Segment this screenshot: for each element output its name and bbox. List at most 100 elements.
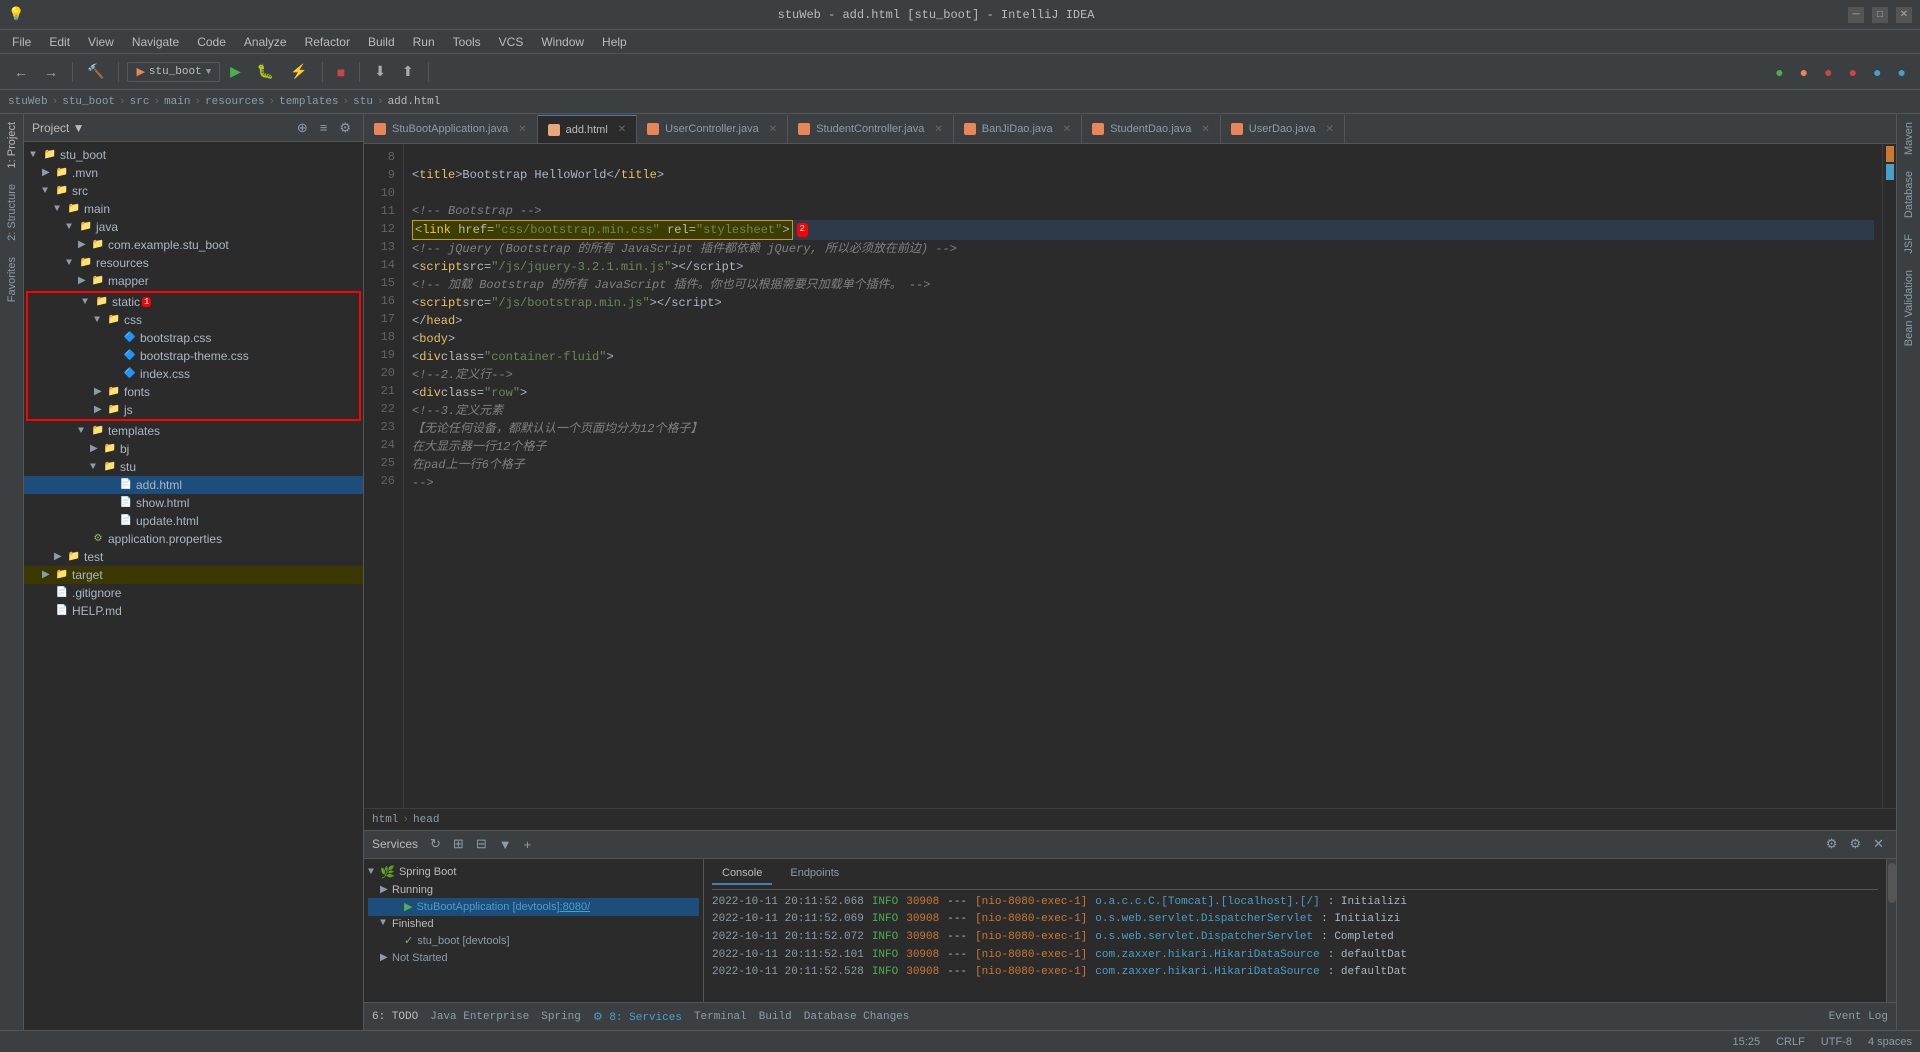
tree-test[interactable]: ▶ 📁 test [24, 548, 363, 566]
menu-analyze[interactable]: Analyze [236, 33, 295, 51]
service-not-started[interactable]: ▶ Not Started [368, 950, 699, 966]
panel-collapse-button[interactable]: ≡ [316, 118, 332, 138]
tree-js[interactable]: ▶ 📁 js [28, 401, 359, 419]
tree-css[interactable]: ▼ 📁 css [28, 311, 359, 329]
code-editor[interactable]: <title>Bootstrap HelloWorld</title> <!--… [404, 144, 1882, 808]
panel-settings-button[interactable]: ⚙ [335, 118, 355, 138]
menu-run[interactable]: Run [405, 33, 443, 51]
tab-student-controller[interactable]: StudentController.java ✕ [788, 115, 954, 143]
tab-close-icon[interactable]: ✕ [518, 124, 526, 135]
tree-mapper[interactable]: ▶ 📁 mapper [24, 272, 363, 290]
tab-stuboot-app[interactable]: StuBootApplication.java ✕ [364, 115, 538, 143]
database-tab[interactable]: Database [1901, 163, 1917, 226]
services-settings-button[interactable]: ⚙ [1822, 834, 1842, 854]
tab-close-icon[interactable]: ✕ [1063, 124, 1071, 135]
tree-show-html[interactable]: 📄 show.html [24, 494, 363, 512]
bc-stuboot[interactable]: stu_boot [62, 96, 115, 108]
tree-bootstrap-css[interactable]: 🔷 bootstrap.css [28, 329, 359, 347]
tab-close-icon[interactable]: ✕ [618, 124, 626, 135]
bc-src[interactable]: src [130, 96, 150, 108]
debug-button[interactable]: 🐛 [251, 59, 280, 84]
tree-src[interactable]: ▼ 📁 src [24, 182, 363, 200]
services-more-button[interactable]: + [520, 834, 536, 854]
tree-templates[interactable]: ▼ 📁 templates [24, 422, 363, 440]
status-encoding[interactable]: UTF-8 [1821, 1036, 1852, 1048]
tab-user-controller[interactable]: UserController.java ✕ [637, 115, 788, 143]
tree-mvn[interactable]: ▶ 📁 .mvn [24, 164, 363, 182]
service-finished-instance[interactable]: ✓ stu_boot [devtools] [368, 932, 699, 950]
tab-close-icon[interactable]: ✕ [769, 124, 777, 135]
jsf-tab[interactable]: JSF [1901, 226, 1917, 262]
structure-tab[interactable]: 2: Structure [4, 176, 20, 249]
tree-gitignore[interactable]: 📄 .gitignore [24, 584, 363, 602]
run-button[interactable]: ▶ [224, 59, 247, 84]
menu-vcs[interactable]: VCS [491, 33, 532, 51]
status-spaces[interactable]: 4 spaces [1868, 1036, 1912, 1048]
services-refresh-button[interactable]: ↻ [426, 834, 445, 854]
editor-content[interactable]: 8 9 10 11 12 13 14 15 16 17 18 19 20 21 … [364, 144, 1896, 808]
run-with-coverage-button[interactable]: ⚡ [284, 59, 313, 84]
menu-window[interactable]: Window [533, 33, 592, 51]
browser-opera-button[interactable]: ● [1843, 60, 1863, 84]
menu-help[interactable]: Help [594, 33, 635, 51]
terminal-btn[interactable]: Terminal [694, 1011, 747, 1023]
panel-locate-button[interactable]: ⊕ [293, 118, 312, 138]
tree-help-md[interactable]: 📄 HELP.md [24, 602, 363, 620]
services-collapse-button[interactable]: ⊟ [472, 834, 491, 854]
tree-com-example[interactable]: ▶ 📁 com.example.stu_boot [24, 236, 363, 254]
menu-file[interactable]: File [4, 33, 39, 51]
menu-build[interactable]: Build [360, 33, 403, 51]
tree-bootstrap-theme-css[interactable]: 🔷 bootstrap-theme.css [28, 347, 359, 365]
editor-bc-html[interactable]: html [372, 814, 398, 826]
bc-main[interactable]: main [164, 96, 190, 108]
service-port[interactable]: :8080/ [560, 901, 591, 913]
services-filter-button[interactable]: ▼ [495, 834, 516, 854]
log-scrollbar[interactable] [1886, 859, 1896, 1002]
git-push-button[interactable]: ⬆ [396, 59, 420, 84]
tree-java[interactable]: ▼ 📁 java [24, 218, 363, 236]
tree-main[interactable]: ▼ 📁 main [24, 200, 363, 218]
browser-edge-button[interactable]: ● [1867, 60, 1887, 84]
tab-close-icon[interactable]: ✕ [1325, 124, 1333, 135]
close-button[interactable]: ✕ [1896, 7, 1912, 23]
tree-bj[interactable]: ▶ 📁 bj [24, 440, 363, 458]
tab-student-dao[interactable]: StudentDao.java ✕ [1082, 115, 1221, 143]
services-btn[interactable]: ⚙ 8: Services [593, 1010, 682, 1024]
tab-close-icon[interactable]: ✕ [934, 124, 942, 135]
service-springboot[interactable]: ▼ 🌿 Spring Boot [368, 863, 699, 882]
bc-resources[interactable]: resources [205, 96, 264, 108]
tree-stu[interactable]: ▼ 📁 stu [24, 458, 363, 476]
menu-view[interactable]: View [80, 33, 122, 51]
menu-tools[interactable]: Tools [445, 33, 489, 51]
maven-tab[interactable]: Maven [1901, 114, 1917, 163]
todo-btn[interactable]: 6: TODO [372, 1011, 418, 1023]
tree-add-html[interactable]: 📄 add.html [24, 476, 363, 494]
status-crlf[interactable]: CRLF [1776, 1036, 1805, 1048]
tree-stu_boot[interactable]: ▼ 📁 stu_boot [24, 146, 363, 164]
services-gear-button[interactable]: ⚙ [1845, 834, 1865, 854]
tree-index-css[interactable]: 🔷 index.css [28, 365, 359, 383]
spring-btn[interactable]: Spring [541, 1011, 581, 1023]
run-config-selector[interactable]: ▶ stu_boot ▼ [127, 62, 220, 82]
bc-templates[interactable]: templates [279, 96, 338, 108]
endpoints-tab[interactable]: Endpoints [780, 863, 849, 885]
menu-refactor[interactable]: Refactor [297, 33, 358, 51]
minimize-button[interactable]: ─ [1848, 7, 1864, 23]
console-tab[interactable]: Console [712, 863, 772, 885]
service-finished[interactable]: ▼ Finished [368, 916, 699, 932]
menu-edit[interactable]: Edit [41, 33, 78, 51]
db-changes-btn[interactable]: Database Changes [804, 1011, 910, 1023]
git-update-button[interactable]: ⬇ [368, 59, 392, 84]
tab-banji-dao[interactable]: BanJiDao.java ✕ [954, 115, 1082, 143]
services-expand-button[interactable]: ⊞ [449, 834, 468, 854]
toolbar-build-button[interactable]: 🔨 [81, 59, 110, 84]
browser-ie-button[interactable]: ● [1818, 60, 1838, 84]
tree-update-html[interactable]: 📄 update.html [24, 512, 363, 530]
event-log-btn[interactable]: Event Log [1829, 1011, 1888, 1023]
toolbar-forward-button[interactable]: → [38, 60, 64, 84]
service-running[interactable]: ▶ Running [368, 882, 699, 898]
browser-chrome-button[interactable]: ● [1769, 60, 1789, 84]
favorites-tab[interactable]: Favorites [4, 249, 20, 310]
bc-file[interactable]: add.html [388, 96, 441, 108]
project-tab[interactable]: 1: Project [4, 114, 20, 176]
